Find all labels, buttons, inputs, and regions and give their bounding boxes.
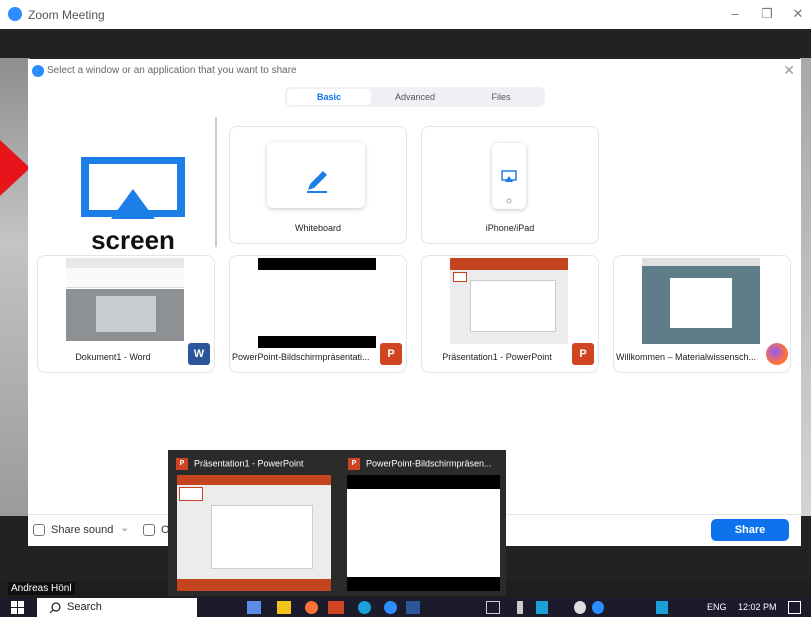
dialog-title-bar: Select a window or an application that y…: [28, 59, 801, 83]
iphone-ipad-label: iPhone/iPad: [485, 223, 535, 233]
preview-thumbnail-slideshow[interactable]: [347, 475, 500, 591]
taskbar-preview-popup: P Präsentation1 - PowerPoint P PowerPoint-…: [168, 450, 506, 596]
search-label: Search: [67, 601, 102, 613]
tray-app-icon[interactable]: [574, 601, 586, 614]
zoom-icon[interactable]: [384, 601, 397, 614]
tab-advanced[interactable]: Advanced: [373, 89, 457, 105]
search-icon: [49, 602, 61, 614]
share-sound-label: Share sound: [51, 524, 114, 536]
windows-start-icon[interactable]: [11, 601, 25, 614]
slideshow-window-label: PowerPoint-Bildschirmpräsentati...: [232, 352, 370, 362]
dialog-close-button[interactable]: ✕: [783, 62, 795, 79]
task-view-icon[interactable]: [247, 601, 261, 614]
whiteboard-label: Whiteboard: [294, 223, 342, 233]
network-app-icon[interactable]: [536, 601, 548, 614]
zoom-title-bar: Zoom Meeting – ❐ ✕: [0, 0, 811, 29]
shield-icon[interactable]: [656, 601, 668, 614]
firefox-icon: [766, 343, 788, 365]
whiteboard-preview: [267, 142, 365, 208]
word-thumbnail: [66, 258, 184, 343]
window-title: Zoom Meeting: [28, 8, 105, 22]
preview-thumbnail-presentation[interactable]: [177, 475, 331, 591]
iphone-preview: [492, 143, 526, 209]
window-firefox[interactable]: Willkommen – Materialwissensch...: [613, 255, 791, 373]
clock[interactable]: 12:02 PM: [738, 602, 777, 612]
close-window-button[interactable]: ✕: [788, 6, 808, 22]
video-feed-left: [0, 58, 30, 516]
share-screen-option[interactable]: screen: [73, 155, 193, 255]
pencil-icon: [307, 171, 327, 193]
red-arrow-marker: [0, 140, 30, 196]
participant-name: Andreas Hönl: [8, 582, 75, 595]
share-button[interactable]: Share: [711, 519, 789, 541]
window-powerpoint-slideshow[interactable]: PowerPoint-Bildschirmpräsentati... P: [229, 255, 407, 373]
slideshow-thumbnail: [258, 258, 376, 348]
word-icon: W: [188, 343, 210, 365]
tab-files[interactable]: Files: [459, 89, 543, 105]
notes-icon[interactable]: [486, 601, 500, 614]
presentation-thumbnail: [450, 258, 568, 344]
powerpoint-icon: P: [380, 343, 402, 365]
window-word[interactable]: Dokument1 - Word W: [37, 255, 215, 373]
preview-item-slideshow[interactable]: P PowerPoint-Bildschirmpräsen...: [348, 458, 492, 470]
preview-title: PowerPoint-Bildschirmpräsen...: [366, 458, 492, 469]
dialog-title: Select a window or an application that y…: [47, 65, 297, 76]
firefox-window-label: Willkommen – Materialwissensch...: [616, 352, 757, 362]
minimize-button[interactable]: –: [725, 6, 745, 21]
zoom-tray-icon[interactable]: [592, 601, 604, 614]
video-feed-right: [800, 58, 811, 516]
word-icon[interactable]: [406, 601, 420, 614]
screen-label: screen: [91, 225, 175, 255]
divider: [215, 117, 217, 247]
whiteboard-option[interactable]: Whiteboard: [229, 126, 407, 244]
language-indicator[interactable]: ENG: [707, 602, 727, 612]
iphone-ipad-option[interactable]: iPhone/iPad: [421, 126, 599, 244]
volume-icon[interactable]: [675, 601, 689, 614]
powerpoint-icon: P: [176, 458, 188, 470]
tab-basic[interactable]: Basic: [287, 89, 371, 105]
edge-icon[interactable]: [358, 601, 371, 614]
screen-monitor-icon: [81, 157, 185, 219]
powerpoint-icon[interactable]: [328, 601, 344, 614]
firefox-icon[interactable]: [305, 601, 318, 614]
presentation-window-label: Präsentation1 - PowerPoint: [442, 352, 552, 362]
windows-taskbar: Search ENG 12:02 PM: [0, 598, 811, 617]
preview-title: Präsentation1 - PowerPoint: [194, 458, 304, 469]
restore-button[interactable]: ❐: [757, 6, 777, 22]
powerpoint-icon: P: [348, 458, 360, 470]
word-window-label: Dokument1 - Word: [75, 352, 151, 362]
preview-item-presentation[interactable]: P Präsentation1 - PowerPoint: [176, 458, 304, 470]
optimize-checkbox[interactable]: [143, 524, 155, 536]
zoom-logo-icon: [32, 65, 44, 77]
zoom-logo-icon: [8, 7, 22, 21]
file-explorer-icon[interactable]: [277, 601, 291, 614]
notifications-icon[interactable]: [788, 601, 801, 614]
window-powerpoint-presentation[interactable]: Präsentation1 - PowerPoint P: [421, 255, 599, 373]
share-tabs: Basic Advanced Files: [285, 87, 545, 107]
powerpoint-icon: P: [572, 343, 594, 365]
share-sound-checkbox[interactable]: [33, 524, 45, 536]
microphone-icon[interactable]: [517, 601, 523, 614]
firefox-thumbnail: [642, 258, 760, 344]
airplay-icon: [501, 170, 517, 204]
taskbar-search-box[interactable]: Search: [37, 598, 197, 617]
share-sound-options-chevron[interactable]: ⌄: [120, 521, 129, 534]
